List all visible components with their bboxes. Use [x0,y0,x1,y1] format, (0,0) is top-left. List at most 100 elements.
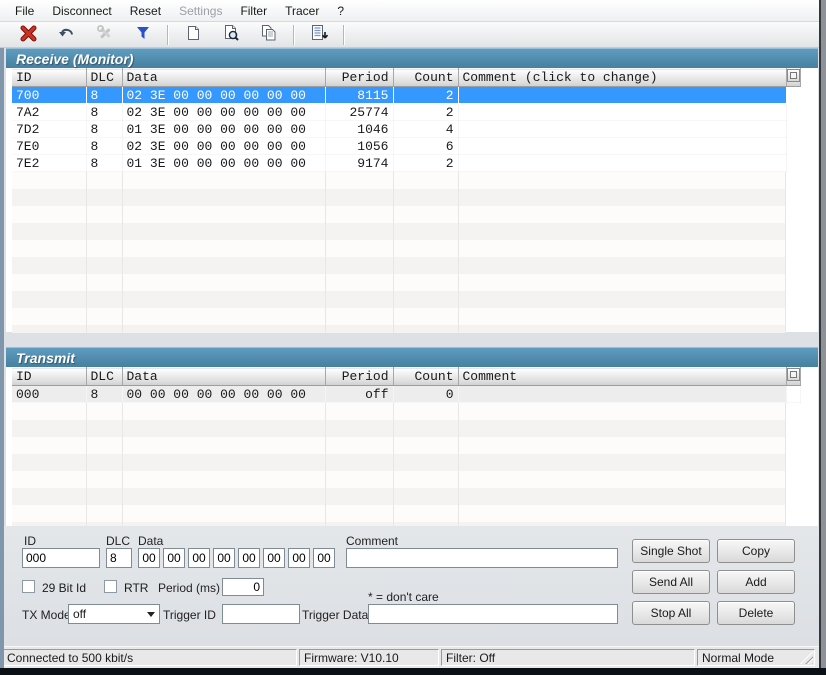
txmode-dropdown[interactable]: off [68,604,160,624]
transmit-section: Transmit ID DLC Data Period Count Commen… [6,347,818,527]
window-bottom-border [0,668,826,675]
menu-filter[interactable]: Filter [231,1,276,21]
data-byte-7-input[interactable] [313,548,335,568]
receive-table: ID DLC Data Period Count Comment (click … [12,68,801,172]
col-period: Period [325,367,394,386]
cell-comment[interactable] [458,137,787,155]
filter-icon [135,25,151,44]
cell-period: 9174 [325,154,394,172]
toolbar-separator [167,24,169,45]
menu-reset[interactable]: Reset [121,1,170,21]
dlc-input[interactable] [106,548,132,568]
client-area: File Disconnect Reset Settings Filter Tr… [0,0,819,668]
undo-button[interactable] [48,23,86,47]
add-button[interactable]: Add [717,570,795,594]
data-byte-2-input[interactable] [188,548,210,568]
data-byte-1-input[interactable] [163,548,185,568]
cell-comment[interactable] [458,86,786,104]
table-row[interactable]: 7E2 8 01 3E 00 00 00 00 00 00 9174 2 [12,154,800,172]
log-export-button[interactable] [300,23,338,47]
period-label: Period (ms) [158,581,221,595]
transmit-table: ID DLC Data Period Count Comment 000 8 00 … [12,367,801,403]
cell-dlc: 8 [86,120,123,138]
menu-file[interactable]: File [6,1,43,21]
data-byte-6-input[interactable] [288,548,310,568]
resize-grip[interactable] [800,651,813,664]
data-byte-0-input[interactable] [138,548,160,568]
cell-data: 01 3E 00 00 00 00 00 00 [122,120,326,138]
cell-count: 6 [393,137,459,155]
29bit-checkbox[interactable] [22,580,35,593]
preview-icon [222,24,240,45]
col-comment: Comment [458,367,787,386]
menu-help[interactable]: ? [328,1,353,21]
cell-dlc: 8 [86,385,123,403]
id-input[interactable] [22,548,100,568]
window-left-border [0,48,4,668]
filter-status: Filter: Off [441,649,695,666]
cell-dlc: 8 [86,86,122,104]
menu-settings: Settings [179,3,223,18]
col-count: Count [393,367,459,386]
txmode-label: TX Mode [22,608,71,622]
cell-period: 8115 [325,86,393,104]
col-data: Data [122,68,326,87]
dont-care-note: * = don't care [368,590,439,604]
table-options-button[interactable] [786,368,799,381]
cell-period: 1046 [325,120,394,138]
copy-button[interactable] [250,23,288,47]
data-byte-3-input[interactable] [213,548,235,568]
col-period: Period [325,68,394,87]
table-row[interactable]: 7E0 8 02 3E 00 00 00 00 00 00 1056 6 [12,137,800,155]
menu-bar: File Disconnect Reset Settings Filter Tr… [0,0,819,22]
col-id: ID [12,68,87,87]
chevron-down-icon [147,612,155,617]
cell-id: 7A2 [12,103,87,121]
trigger-id-input[interactable] [222,604,300,624]
comment-input[interactable] [346,548,618,568]
cell-count: 2 [393,103,459,121]
preview-button[interactable] [212,23,250,47]
data-byte-4-input[interactable] [238,548,260,568]
stop-all-button[interactable]: Stop All [632,601,710,625]
disconnect-button[interactable] [10,23,48,47]
filter-button[interactable] [124,23,162,47]
col-comment: Comment (click to change) [458,68,787,87]
menu-tracer[interactable]: Tracer [276,1,328,21]
send-all-button[interactable]: Send All [632,570,710,594]
new-message-button[interactable] [174,23,212,47]
data-byte-5-input[interactable] [263,548,285,568]
toolbar-separator [293,24,295,45]
mode-status: Normal Mode [697,649,815,666]
cell-count: 4 [393,120,459,138]
period-input[interactable] [222,578,264,596]
col-count: Count [393,68,459,87]
cell-comment[interactable] [458,120,787,138]
mode-status-text: Normal Mode [702,651,775,665]
message-editor: ID DLC Data Comment 29 Bit Id RTR Period… [0,526,819,646]
table-options-button[interactable] [786,69,799,82]
copy-message-button[interactable]: Copy [717,539,795,563]
menu-disconnect[interactable]: Disconnect [43,1,120,21]
cell-data: 00 00 00 00 00 00 00 00 [122,385,326,403]
table-row[interactable]: 7A2 8 02 3E 00 00 00 00 00 00 25774 2 [12,103,800,121]
cell-comment[interactable] [458,154,787,172]
app-window: File Disconnect Reset Settings Filter Tr… [0,0,826,675]
table-row[interactable]: 7D2 8 01 3E 00 00 00 00 00 00 1046 4 [12,120,800,138]
table-row[interactable]: 700 8 02 3E 00 00 00 00 00 00 8115 2 [12,86,800,104]
txmode-value: off [73,607,87,621]
rtr-checkbox[interactable] [104,580,117,593]
trigger-data-input[interactable] [368,604,618,624]
firmware-status: Firmware: V10.10 [299,649,439,666]
transmit-table-corner [786,367,801,386]
cell-comment[interactable] [458,103,787,121]
toolbar [0,22,819,48]
delete-button[interactable]: Delete [717,601,795,625]
cell-id: 700 [12,86,86,104]
trigger-id-label: Trigger ID [163,608,216,622]
cell-id: 7E0 [12,137,87,155]
settings-tools-icon [96,24,114,45]
single-shot-button[interactable]: Single Shot [632,539,710,563]
table-row[interactable]: 000 8 00 00 00 00 00 00 00 00 off 0 [12,385,801,403]
data-label: Data [138,534,164,548]
